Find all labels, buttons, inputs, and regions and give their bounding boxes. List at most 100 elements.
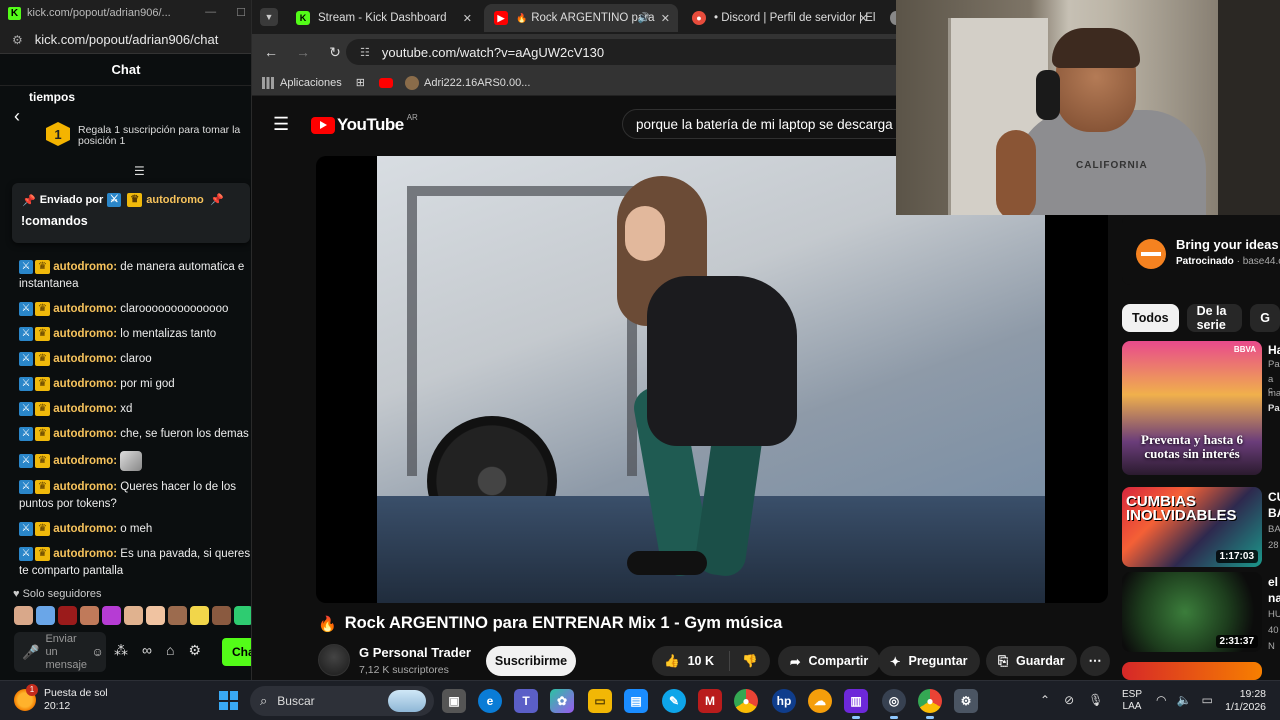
close-tab-icon[interactable]: ✕ — [463, 12, 472, 25]
channel-avatar[interactable] — [318, 644, 350, 676]
start-icon[interactable] — [219, 691, 238, 710]
weather-app-icon[interactable]: ☁ — [808, 689, 832, 713]
audio-icon[interactable]: 🔊 — [638, 13, 650, 24]
bookmark-apps[interactable]: Aplicaciones — [262, 76, 342, 89]
dislike-button[interactable]: 👎 — [730, 654, 758, 669]
emote-icon[interactable] — [146, 606, 165, 625]
chat-input[interactable]: 🎤 Enviar un mensaje ☺ — [14, 632, 106, 672]
pinned-username[interactable]: autodromo — [146, 194, 203, 206]
search-input[interactable]: porque la batería de mi laptop se descar… — [622, 109, 922, 139]
chevron-up-icon[interactable]: ⌃ — [1040, 693, 1050, 707]
network-off-icon[interactable]: ⊘ — [1064, 693, 1074, 707]
maximize-icon[interactable]: ☐ — [236, 6, 246, 19]
chat-username[interactable]: autodromo: — [53, 328, 117, 340]
chat-username[interactable]: autodromo: — [53, 548, 117, 560]
chat-username[interactable]: autodromo: — [53, 303, 117, 315]
video-player[interactable] — [316, 156, 1108, 603]
battery-icon[interactable]: ▭ — [1201, 693, 1212, 707]
minimize-icon[interactable]: — — [205, 6, 216, 19]
recommended-thumbnail[interactable]: BBVA Preventa y hasta 6 cuotas sin inter… — [1122, 341, 1262, 475]
chat-username[interactable]: autodromo: — [53, 428, 117, 440]
emote-icon[interactable] — [124, 606, 143, 625]
tab-kick-dashboard[interactable]: K Stream - Kick Dashboard ✕ — [286, 4, 480, 32]
send-chat-button[interactable]: Chat — [222, 638, 251, 666]
store-icon[interactable]: ⌂ — [166, 642, 174, 659]
share-button[interactable]: ➦ Compartir — [778, 646, 881, 676]
volume-icon[interactable]: 🔈 — [1176, 693, 1191, 707]
microphone-tray-icon[interactable]: 🎙 — [1088, 693, 1103, 707]
emote-icon[interactable] — [168, 606, 187, 625]
like-button[interactable]: 👍 10 K — [652, 651, 730, 671]
file-explorer-icon[interactable]: ▭ — [588, 689, 612, 713]
recommended-thumbnail[interactable]: 2:31:37 — [1122, 572, 1262, 652]
chat-username[interactable]: autodromo: — [53, 455, 117, 467]
channel-name[interactable]: G Personal Trader — [359, 645, 471, 660]
copilot-icon[interactable]: ✿ — [550, 689, 574, 713]
tab-youtube[interactable]: ▶ 🔥 Rock ARGENTINO para 🔊 ✕ — [484, 4, 678, 32]
chrome-active-icon[interactable]: ● — [918, 689, 942, 719]
recommended-title-fragment[interactable]: na — [1268, 591, 1280, 605]
bookmark-adri[interactable]: Adri222.16ARS0.00... — [404, 75, 530, 90]
chip-todos[interactable]: Todos — [1122, 304, 1179, 332]
weather-widget[interactable]: Puesta de sol 20:12 — [14, 684, 108, 713]
recommended-thumbnail[interactable] — [1122, 662, 1262, 680]
site-info-icon[interactable]: ☷ — [360, 46, 370, 59]
sponsored-ad[interactable]: Bring your ideas t Patrocinado · base44.… — [1122, 215, 1280, 285]
emote-icon[interactable] — [58, 606, 77, 625]
chat-username[interactable]: autodromo: — [53, 523, 117, 535]
infinity-icon[interactable]: ∞ — [142, 642, 152, 659]
tab-discord[interactable]: ● • Discord | Perfil de servidor | El ✕ — [682, 4, 876, 32]
clock[interactable]: 19:28 1/1/2026 — [1222, 688, 1266, 714]
chat-username[interactable]: autodromo: — [53, 403, 117, 415]
settings-icon[interactable]: ⚙ — [954, 689, 978, 713]
chip-g[interactable]: G — [1250, 304, 1280, 332]
recommended-thumbnail[interactable]: CUMBIAS INOLVIDABLES 1:17:03 — [1122, 487, 1262, 567]
taskbar-search[interactable]: ⌕ Buscar — [250, 686, 434, 716]
chrome-icon[interactable]: ● — [734, 689, 758, 713]
tab-groups-icon[interactable]: ⊞ — [356, 76, 365, 89]
emote-icon[interactable] — [14, 606, 33, 625]
recommended-title-fragment[interactable]: BA — [1268, 506, 1280, 520]
obs-icon[interactable]: ◎ — [882, 689, 906, 719]
filter-icon[interactable]: ☰ — [134, 164, 145, 178]
emote-icon[interactable] — [212, 606, 231, 625]
settings-gear-icon[interactable]: ⚙ — [188, 642, 201, 659]
emote-icon[interactable] — [80, 606, 99, 625]
back-arrow-icon[interactable]: ‹ — [14, 106, 20, 127]
tab-search-icon[interactable]: ▼ — [260, 8, 278, 26]
wifi-icon[interactable]: ◠ — [1156, 693, 1166, 707]
microphone-icon[interactable]: 🎤 — [22, 644, 39, 661]
save-button[interactable]: ⎘ Guardar — [986, 646, 1077, 676]
more-actions-icon[interactable]: ⋯ — [1080, 646, 1110, 676]
ask-button[interactable]: ✦ Preguntar — [878, 646, 980, 676]
subscribe-button[interactable]: Suscribirme — [486, 646, 576, 676]
recommended-title-fragment[interactable]: CU — [1268, 490, 1280, 504]
emoji-icon[interactable]: ☺ — [91, 645, 103, 659]
teams-icon[interactable]: T — [514, 689, 538, 713]
recommended-title-fragment[interactable]: Ha — [1268, 343, 1280, 357]
recommended-title-fragment[interactable]: el — [1268, 575, 1278, 589]
emote-icon[interactable] — [190, 606, 209, 625]
close-tab-icon[interactable]: ✕ — [859, 12, 868, 25]
reload-icon[interactable]: ↻ — [322, 44, 348, 61]
emote-icon[interactable] — [102, 606, 121, 625]
feedback-app-icon[interactable]: ✎ — [662, 689, 686, 713]
youtube-bookmark-icon[interactable] — [378, 77, 393, 88]
chat-username[interactable]: autodromo: — [53, 378, 117, 390]
emote-icon[interactable] — [36, 606, 55, 625]
points-icon[interactable]: ⁂ — [114, 642, 128, 659]
close-tab-icon[interactable]: ✕ — [661, 12, 670, 25]
mcafee-icon[interactable]: M — [698, 689, 722, 713]
back-icon[interactable]: ← — [258, 44, 284, 60]
emote-icon[interactable] — [234, 606, 251, 625]
chat-username[interactable]: autodromo: — [53, 261, 117, 273]
language-indicator[interactable]: ESP LAA — [1122, 689, 1142, 713]
chat-username[interactable]: autodromo: — [53, 353, 117, 365]
edge-icon[interactable]: e — [478, 689, 502, 713]
hamburger-menu-icon[interactable]: ☰ — [273, 114, 289, 135]
store-app-icon[interactable]: ▤ — [624, 689, 648, 713]
hp-icon[interactable]: hp — [772, 689, 796, 713]
unpin-icon[interactable]: 📌 — [210, 193, 224, 206]
youtube-logo[interactable]: YouTube AR — [311, 113, 418, 135]
chip-de-la-serie[interactable]: De la serie — [1186, 304, 1243, 332]
